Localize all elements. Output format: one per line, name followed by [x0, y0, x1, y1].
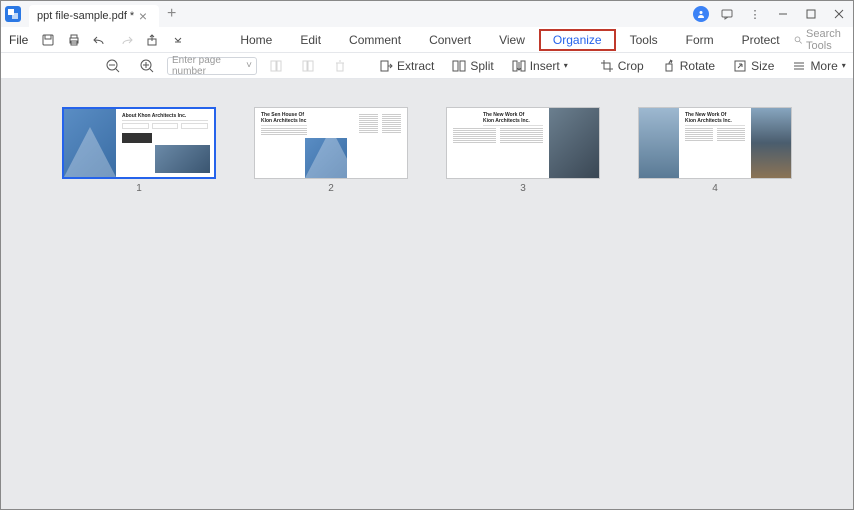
tab-title: ppt file-sample.pdf * — [37, 10, 135, 22]
thumb-title: The Sen House Of Klon Architects Inc — [261, 112, 307, 126]
page-thumbnail[interactable]: About Khon Architects Inc. — [62, 107, 216, 179]
page-thumbnail[interactable]: The New Work Of Kion Architects Inc. — [638, 107, 792, 179]
rotate-button[interactable]: Rotate — [656, 57, 721, 75]
print-icon[interactable] — [66, 32, 82, 48]
undo-icon[interactable] — [92, 32, 108, 48]
page-number: 1 — [136, 183, 142, 194]
thumb-image — [751, 108, 791, 178]
extract-button[interactable]: Extract — [373, 57, 440, 75]
size-icon — [733, 59, 747, 73]
menu-bar: File Home Edit Comment Convert View Orga… — [1, 27, 853, 53]
page-thumbnail-wrap: The Sen House Of Klon Architects Inc 2 — [254, 107, 408, 194]
file-menu[interactable]: File — [9, 33, 28, 47]
page-number-input[interactable]: Enter page number ˅ — [167, 57, 257, 75]
rotate-icon — [662, 59, 676, 73]
thumb-title: The New Work Of Kion Architects Inc. — [685, 112, 745, 126]
thumb-content: The Sen House Of Klon Architects Inc — [255, 108, 313, 178]
tab-bar: ppt file-sample.pdf * × + ⋮ — [1, 1, 853, 27]
page-number: 2 — [328, 183, 334, 194]
chevron-down-icon: ▾ — [564, 61, 568, 70]
search-tools[interactable]: Search Tools — [794, 28, 851, 52]
app-icon — [5, 6, 21, 22]
page-thumbnail-wrap: About Khon Architects Inc. 1 — [62, 107, 216, 194]
save-icon[interactable] — [40, 32, 56, 48]
more-button[interactable]: More ▾ — [786, 57, 851, 75]
page-range-left-icon[interactable] — [263, 57, 289, 75]
page-number: 4 — [712, 183, 718, 194]
delete-page-icon[interactable] — [327, 57, 353, 75]
document-tab[interactable]: ppt file-sample.pdf * × — [29, 5, 159, 27]
menu-protect[interactable]: Protect — [728, 29, 794, 51]
page-input-placeholder: Enter page number — [172, 55, 246, 77]
dropdown-icon[interactable] — [170, 32, 186, 48]
menu-home[interactable]: Home — [226, 29, 286, 51]
crop-icon — [600, 59, 614, 73]
page-thumbnail-wrap: The New Work Of Kion Architects Inc. 4 — [638, 107, 792, 194]
page-thumbnail[interactable]: The Sen House Of Klon Architects Inc — [254, 107, 408, 179]
zoom-out-button[interactable] — [99, 56, 127, 76]
menu-comment[interactable]: Comment — [335, 29, 415, 51]
thumb-title: About Khon Architects Inc. — [122, 113, 208, 121]
menu-view[interactable]: View — [485, 29, 539, 51]
share-icon[interactable] — [144, 32, 160, 48]
menu-organize[interactable]: Organize — [539, 29, 616, 51]
user-avatar-icon[interactable] — [693, 6, 709, 22]
redo-icon[interactable] — [118, 32, 134, 48]
menu-form[interactable]: Form — [672, 29, 728, 51]
page-thumbnail-wrap: The New Work Of Kion Architects Inc. 3 — [446, 107, 600, 194]
thumb-content: The New Work Of Kion Architects Inc. — [679, 108, 751, 178]
zoom-in-button[interactable] — [133, 56, 161, 76]
search-placeholder: Search Tools — [806, 28, 850, 52]
new-tab-button[interactable]: + — [159, 5, 184, 23]
crop-button[interactable]: Crop — [594, 57, 650, 75]
page-canvas[interactable]: About Khon Architects Inc. 1 The Sen Hou… — [1, 79, 853, 509]
thumb-image — [639, 108, 679, 178]
thumb-image — [64, 109, 116, 177]
chevron-down-icon: ˅ — [246, 60, 252, 71]
size-button[interactable]: Size — [727, 57, 780, 75]
thumb-image — [549, 108, 599, 178]
more-icon — [792, 59, 806, 73]
split-icon — [452, 59, 466, 73]
page-thumbnail[interactable]: The New Work Of Kion Architects Inc. — [446, 107, 600, 179]
kebab-menu-icon[interactable]: ⋮ — [745, 4, 765, 24]
menu-edit[interactable]: Edit — [286, 29, 335, 51]
maximize-button[interactable] — [801, 4, 821, 24]
insert-button[interactable]: Insert ▾ — [506, 57, 574, 75]
chat-icon[interactable] — [717, 4, 737, 24]
chevron-down-icon: ▾ — [842, 61, 846, 70]
thumb-content: The New Work Of Kion Architects Inc. — [447, 108, 549, 178]
insert-icon — [512, 59, 526, 73]
minimize-button[interactable] — [773, 4, 793, 24]
page-number: 3 — [520, 183, 526, 194]
menu-convert[interactable]: Convert — [415, 29, 485, 51]
close-tab-icon[interactable]: × — [135, 8, 151, 24]
thumb-title: The New Work Of Kion Architects Inc. — [483, 112, 543, 126]
close-window-button[interactable] — [829, 4, 849, 24]
page-range-right-icon[interactable] — [295, 57, 321, 75]
split-button[interactable]: Split — [446, 57, 499, 75]
menu-tools[interactable]: Tools — [616, 29, 672, 51]
organize-toolbar: Enter page number ˅ Extract Split Insert… — [1, 53, 853, 79]
thumb-content: About Khon Architects Inc. — [116, 109, 214, 177]
extract-icon — [379, 59, 393, 73]
